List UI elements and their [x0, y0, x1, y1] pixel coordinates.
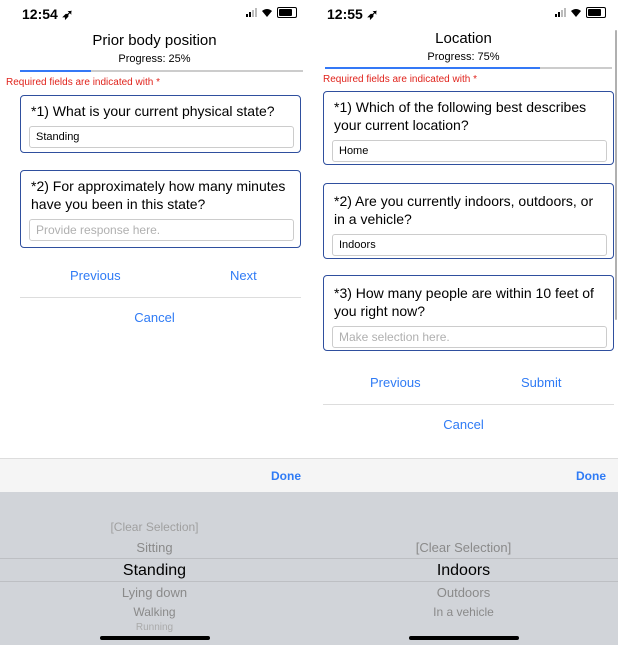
picker-toolbar: Done: [0, 458, 309, 493]
question-text: *2) For approximately how many minutes h…: [31, 178, 286, 212]
progress-fill: [20, 70, 91, 72]
wifi-icon: [262, 8, 272, 17]
battery-icon: [277, 7, 297, 18]
cancel-button[interactable]: Cancel: [309, 417, 618, 432]
status-time: 12:55 ➶: [327, 6, 379, 22]
status-bar: 12:54 ➶: [0, 0, 309, 28]
question-text: *1) Which of the following best describe…: [334, 99, 587, 133]
nav-row: Previous Next: [20, 268, 301, 288]
done-button[interactable]: Done: [271, 469, 301, 483]
option-picker[interactable]: [Clear Selection] Indoors Outdoors In a …: [309, 492, 618, 645]
home-indicator[interactable]: [99, 636, 210, 640]
question-card-2: *2) For approximately how many minutes h…: [20, 170, 301, 248]
right-screen: 12:55 ➶ Location Progress: 75% Required …: [309, 0, 618, 645]
picker-option[interactable]: Sitting: [0, 540, 309, 555]
picker-option[interactable]: Walking: [0, 605, 309, 619]
previous-button[interactable]: Previous: [70, 268, 121, 283]
picker-option[interactable]: [Clear Selection]: [309, 540, 618, 555]
answer-field[interactable]: Standing: [29, 126, 294, 148]
question-text: *2) Are you currently indoors, outdoors,…: [334, 193, 594, 227]
next-button[interactable]: Next: [230, 268, 257, 283]
page-header: Prior body position Progress: 25%: [0, 32, 309, 65]
left-screen: 12:54 ➶ Prior body position Progress: 25…: [0, 0, 309, 645]
question-card-1: *1) What is your current physical state?…: [20, 95, 301, 153]
answer-field[interactable]: Indoors: [332, 234, 607, 256]
picker-option[interactable]: In a vehicle: [309, 605, 618, 619]
picker-option[interactable]: Outdoors: [309, 585, 618, 600]
status-icons: [555, 7, 606, 18]
home-indicator[interactable]: [408, 636, 519, 640]
question-card-2: *2) Are you currently indoors, outdoors,…: [323, 183, 614, 259]
cancel-button[interactable]: Cancel: [0, 310, 309, 325]
divider: [323, 404, 614, 405]
question-text: *3) How many people are within 10 feet o…: [334, 285, 594, 319]
divider: [20, 297, 301, 298]
submit-button[interactable]: Submit: [521, 375, 561, 390]
question-card-1: *1) Which of the following best describe…: [323, 91, 614, 165]
answer-field[interactable]: Make selection here.: [332, 326, 607, 348]
signal-icon: [555, 8, 566, 17]
signal-icon: [246, 8, 257, 17]
status-icons: [246, 7, 297, 18]
option-picker[interactable]: [Clear Selection] Sitting Standing Lying…: [0, 492, 309, 645]
picker-option[interactable]: Lying down: [0, 585, 309, 600]
required-note: Required fields are indicated with *: [323, 74, 477, 85]
progress-bar: [325, 67, 612, 69]
progress-label: Progress: 75%: [427, 51, 500, 63]
status-time: 12:54 ➶: [22, 6, 74, 22]
question-card-3: *3) How many people are within 10 feet o…: [323, 275, 614, 351]
answer-field[interactable]: Home: [332, 140, 607, 162]
progress-fill: [325, 67, 541, 69]
wifi-icon: [571, 8, 581, 17]
required-note: Required fields are indicated with *: [6, 77, 160, 88]
progress-bar: [20, 70, 303, 72]
picker-option-selected[interactable]: Indoors: [309, 562, 618, 580]
nav-row: Previous Submit: [323, 375, 614, 395]
done-button[interactable]: Done: [576, 469, 606, 483]
picker-option-selected[interactable]: Standing: [0, 562, 309, 580]
picker-option[interactable]: [Clear Selection]: [0, 520, 309, 534]
previous-button[interactable]: Previous: [370, 375, 421, 390]
answer-field[interactable]: Provide response here.: [29, 219, 294, 241]
battery-icon: [586, 7, 606, 18]
picker-toolbar: Done: [309, 458, 618, 493]
page-title: Location: [435, 30, 492, 47]
scrollbar[interactable]: [615, 30, 617, 320]
status-bar: 12:55 ➶: [309, 0, 618, 28]
page-header: Location Progress: 75%: [309, 30, 618, 63]
progress-label: Progress: 25%: [118, 53, 191, 65]
page-title: Prior body position: [92, 32, 217, 49]
question-text: *1) What is your current physical state?: [31, 103, 275, 119]
picker-option[interactable]: Running: [0, 622, 309, 633]
